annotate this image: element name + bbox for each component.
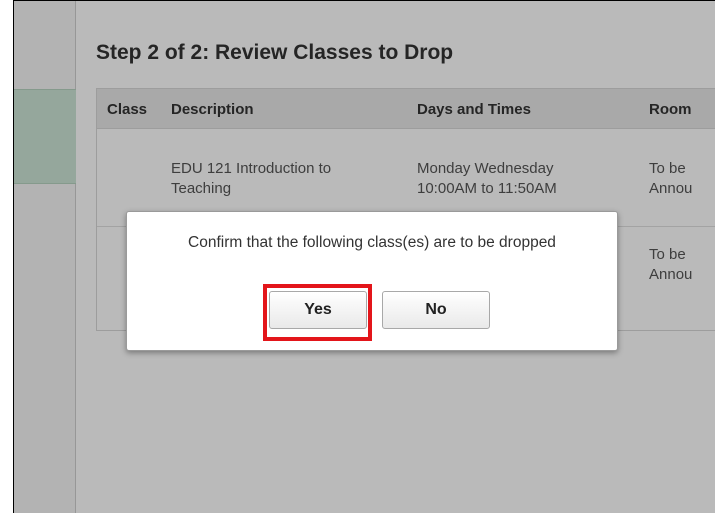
screenshot-frame: Step 2 of 2: Review Classes to Drop Clas… (13, 0, 715, 513)
confirm-dialog: Confirm that the following class(es) are… (126, 211, 618, 351)
no-button[interactable]: No (382, 291, 490, 329)
annotation-highlight-box (263, 284, 372, 341)
confirm-message: Confirm that the following class(es) are… (188, 234, 556, 251)
